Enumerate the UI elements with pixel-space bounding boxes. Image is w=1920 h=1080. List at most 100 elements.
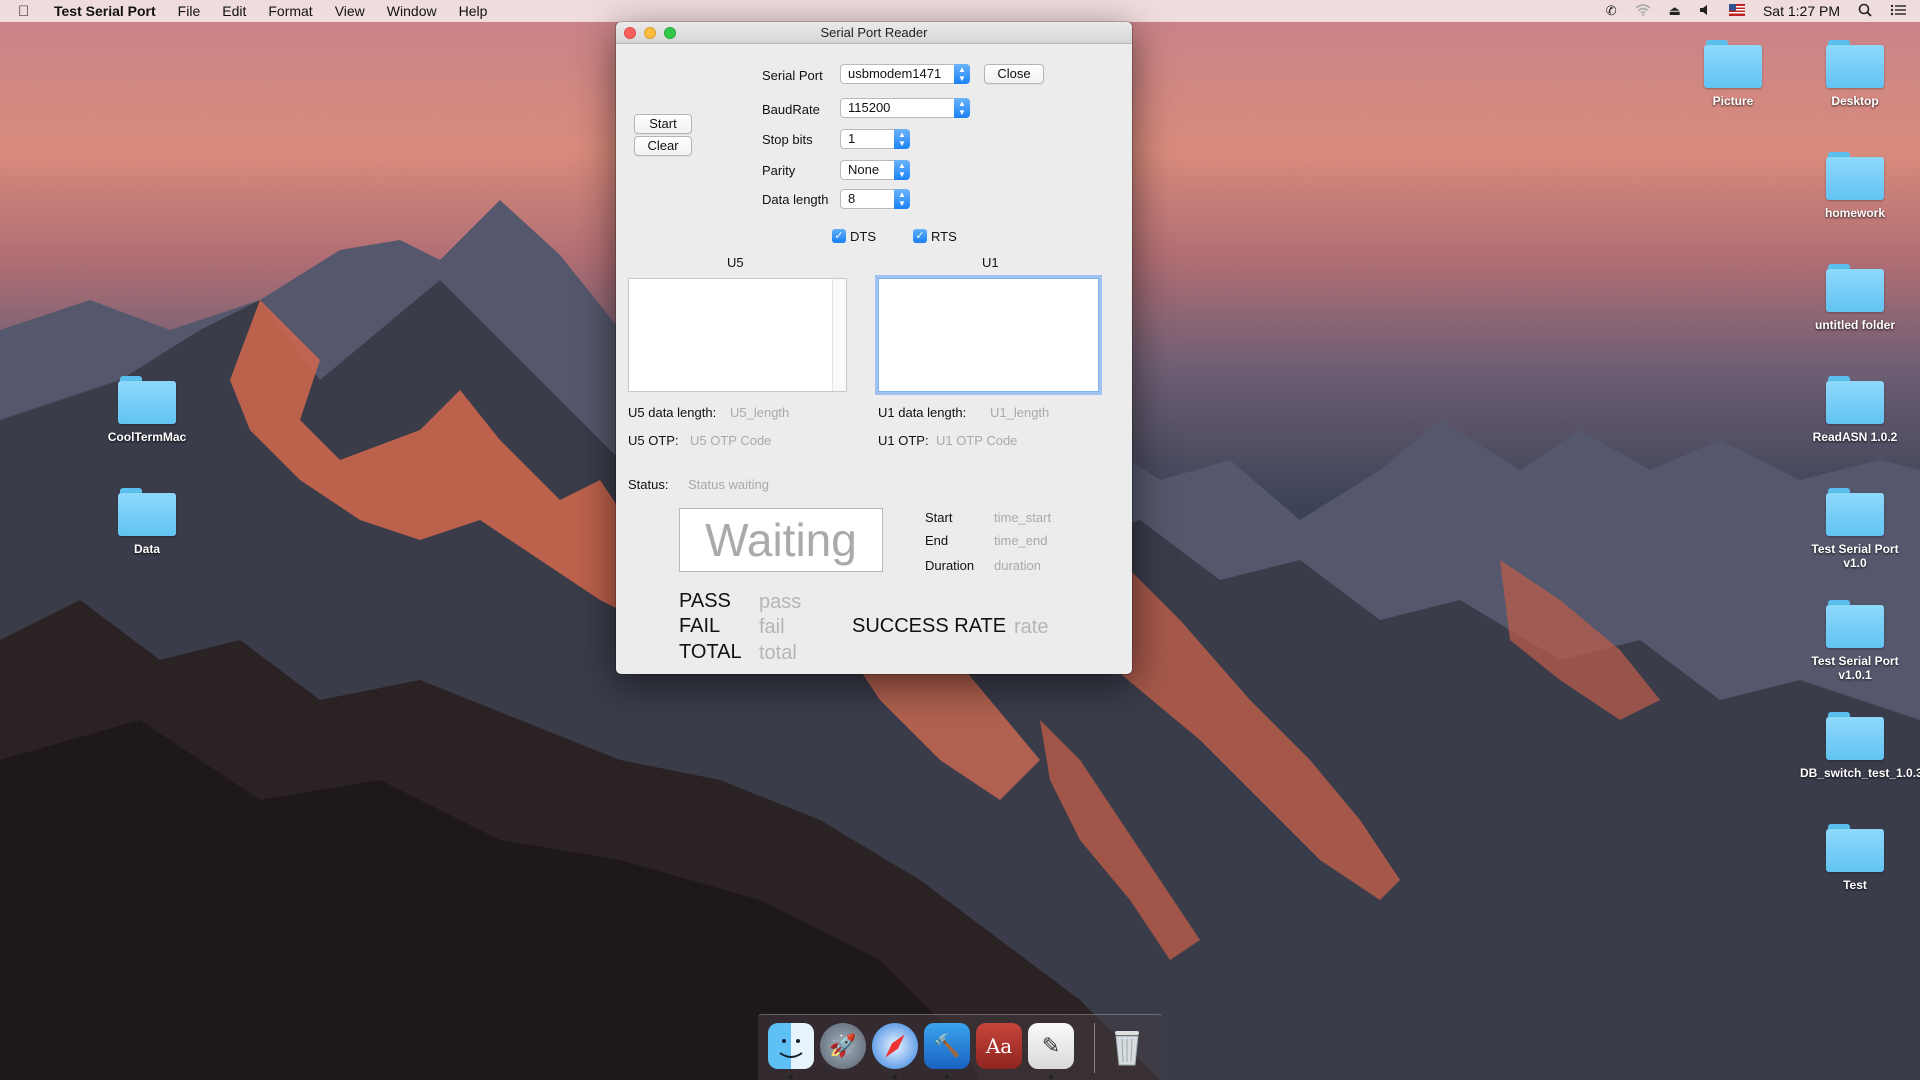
parity-value: None [848, 162, 880, 177]
data-length-value: 8 [848, 191, 856, 206]
folder-icon [1826, 40, 1884, 88]
u1-data-length-label: U1 data length: [878, 405, 967, 420]
menu-view[interactable]: View [335, 3, 365, 19]
success-rate-value: rate [1014, 616, 1049, 638]
folder-icon [1826, 600, 1884, 648]
u5-data-length-value: U5_length [730, 405, 790, 420]
desktop-icon-label: Test Serial Port v1.0 [1811, 542, 1899, 570]
menu-app-name[interactable]: Test Serial Port [54, 3, 156, 19]
u5-title: U5 [727, 255, 744, 270]
menu-edit[interactable]: Edit [222, 3, 246, 19]
rts-checkbox[interactable]: ✓ [913, 229, 927, 243]
u5-data-length-label: U5 data length: [628, 405, 717, 420]
baud-rate-label: BaudRate [762, 102, 820, 117]
status-value: Status waiting [688, 477, 769, 492]
textedit-icon[interactable]: ✎ [1028, 1023, 1074, 1069]
zoom-window-icon[interactable] [664, 27, 676, 39]
desktop-icon-test-serial-port-1-0[interactable]: Test Serial Port v1.0 [1800, 488, 1910, 570]
menu-clock[interactable]: Sat 1:27 PM [1763, 3, 1840, 19]
serial-port-label: Serial Port [762, 68, 823, 83]
desktop-icon-picture[interactable]: Picture [1678, 40, 1788, 108]
desktop-icon-data[interactable]: Data [92, 488, 202, 556]
safari-running-indicator [893, 1075, 897, 1079]
baud-rate-select[interactable]: 115200 ▲ ▼ [840, 98, 970, 118]
baud-rate-value: 115200 [848, 100, 891, 115]
safari-icon[interactable] [872, 1023, 918, 1069]
chevron-updown-icon: ▲ ▼ [954, 98, 970, 118]
clear-button[interactable]: Clear [634, 136, 692, 156]
desktop-icon-label: Desktop [1831, 94, 1879, 108]
time-start-value: time_start [994, 510, 1052, 525]
parity-select[interactable]: None ▲ ▼ [840, 160, 910, 180]
time-start-label: Start [925, 510, 953, 525]
phone-icon[interactable]: ✆ [1606, 3, 1617, 19]
data-length-label: Data length [762, 192, 829, 207]
desktop-icon-test-serial-port-1-0-1[interactable]: Test Serial Port v1.0.1 [1800, 600, 1910, 682]
desktop-icon-label: Test [1843, 878, 1867, 892]
success-rate-label: SUCCESS RATE [852, 615, 1007, 637]
volume-icon[interactable] [1699, 4, 1711, 19]
u1-text-area[interactable] [878, 278, 1099, 392]
u5-otp-label: U5 OTP: [628, 433, 679, 448]
desktop-icon-coolterm[interactable]: CoolTermMac [92, 376, 202, 444]
menu-extras: ✆ ⏏ Sat 1:27 PM [1606, 0, 1906, 22]
wifi-icon[interactable] [1635, 3, 1651, 19]
desktop-icon-test[interactable]: Test [1800, 824, 1910, 892]
total-label: TOTAL [679, 641, 742, 663]
chevron-updown-icon: ▲ ▼ [894, 129, 910, 149]
folder-icon [1826, 376, 1884, 424]
dts-label: DTS [850, 229, 876, 244]
minimize-window-icon[interactable] [644, 27, 656, 39]
launchpad-icon[interactable]: 🚀 [820, 1023, 866, 1069]
finder-icon[interactable] [768, 1023, 814, 1069]
desktop-icon-label: ReadASN 1.0.2 [1812, 430, 1898, 444]
xcode-running-indicator [945, 1075, 949, 1079]
menu-format[interactable]: Format [268, 3, 312, 19]
stop-bits-label: Stop bits [762, 132, 813, 147]
desktop-icon-label: untitled folder [1815, 318, 1895, 332]
chevron-updown-icon: ▲ ▼ [894, 189, 910, 209]
notification-center-icon[interactable] [1890, 4, 1906, 19]
folder-icon [1704, 40, 1762, 88]
desktop-icon-label: homework [1824, 206, 1885, 220]
stop-bits-select[interactable]: 1 ▲ ▼ [840, 129, 910, 149]
menu-help[interactable]: Help [459, 3, 488, 19]
desktop-icon-readasn[interactable]: ReadASN 1.0.2 [1800, 376, 1910, 444]
chevron-updown-icon: ▲ ▼ [954, 64, 970, 84]
folder-icon [1826, 152, 1884, 200]
dock-separator [1094, 1023, 1095, 1073]
trash-icon[interactable] [1104, 1023, 1150, 1069]
serial-port-select[interactable]: usbmodem1471 ▲ ▼ [840, 64, 970, 84]
finder-running-indicator [789, 1075, 793, 1079]
textedit-running-indicator [1049, 1075, 1053, 1079]
close-button[interactable]: Close [984, 64, 1044, 84]
desktop-icon-label: CoolTermMac [107, 430, 187, 444]
desktop-icon-untitled-folder[interactable]: untitled folder [1800, 264, 1910, 332]
menu-window[interactable]: Window [387, 3, 437, 19]
close-window-icon[interactable] [624, 27, 636, 39]
serial-port-value: usbmodem1471 [848, 66, 942, 81]
waiting-indicator: Waiting [679, 508, 883, 572]
desktop-icon-homework[interactable]: homework [1800, 152, 1910, 220]
u5-text-area[interactable] [628, 278, 847, 392]
eject-icon[interactable]: ⏏ [1669, 3, 1681, 19]
data-length-select[interactable]: 8 ▲ ▼ [840, 189, 910, 209]
window-titlebar[interactable]: Serial Port Reader [616, 22, 1132, 44]
desktop-icon-label: Test Serial Port v1.0.1 [1811, 654, 1899, 682]
flag-icon[interactable] [1728, 3, 1745, 19]
folder-icon [1826, 712, 1884, 760]
apple-icon[interactable]:  [18, 3, 38, 20]
search-icon[interactable] [1858, 3, 1872, 20]
u5-scrollbar[interactable] [832, 279, 846, 391]
desktop-icon-desktop[interactable]: Desktop [1800, 40, 1910, 108]
dictionary-icon[interactable]: Aa [976, 1023, 1022, 1069]
fail-value: fail [759, 616, 785, 638]
folder-icon [118, 488, 176, 536]
start-button[interactable]: Start [634, 114, 692, 134]
duration-label: Duration [925, 558, 975, 573]
desktop-icon-db-switch-test[interactable]: DB_switch_test_1.0.34 [1800, 712, 1920, 780]
dts-checkbox[interactable]: ✓ [832, 229, 846, 243]
menu-file[interactable]: File [178, 3, 201, 19]
u1-otp-value: U1 OTP Code [936, 433, 1018, 448]
xcode-icon[interactable]: 🔨 [924, 1023, 970, 1069]
